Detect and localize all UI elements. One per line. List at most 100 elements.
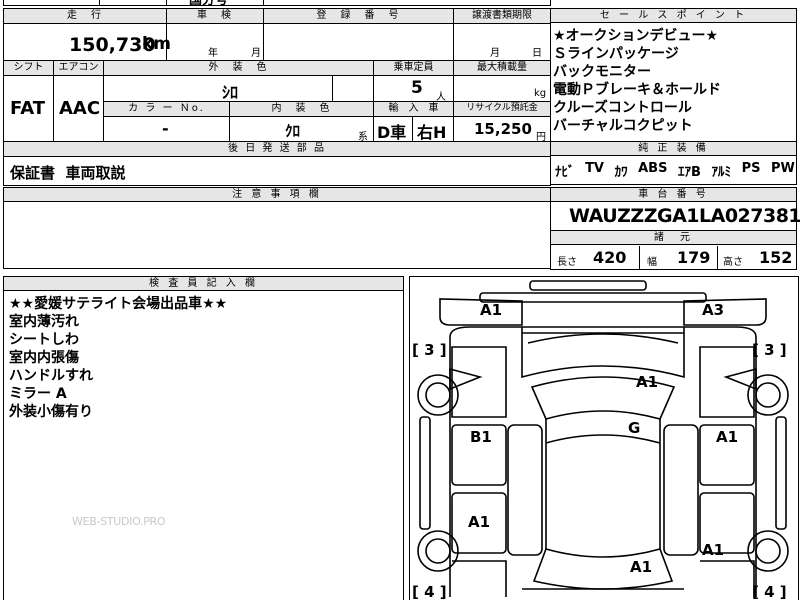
mark-front-right: A3	[702, 301, 725, 319]
inspector-line: ハンドルすれ	[9, 368, 93, 384]
transfer-day-unit: 日	[532, 48, 542, 59]
exterior-color-sep	[332, 76, 333, 102]
shift-cell: FAT	[4, 76, 54, 142]
vehicle-info-table: 走 行 車 検 登 録 番 号 譲渡書類期限 150,730 km 年 月 月 …	[3, 8, 551, 186]
sales-points-label: セ ー ル ス ポ イ ン ト	[551, 9, 796, 23]
aircon-cell: AAC	[54, 76, 104, 142]
later-parts-label: 後 日 発 送 部 品	[4, 142, 550, 157]
shift-label: シフト	[4, 61, 54, 76]
color-no-value: -	[162, 119, 169, 138]
specs-width-label: 幅	[647, 257, 657, 268]
tyre-top-right: [ 3 ]	[752, 341, 787, 359]
import-label: 輸 入 車	[374, 102, 454, 117]
inspection-cell: 年 月	[167, 24, 264, 61]
specs-label: 諸 元	[551, 231, 796, 245]
mark-roof: G	[628, 419, 641, 437]
mark-left-rear-door: A1	[468, 513, 491, 531]
equipment-item: TV	[585, 161, 604, 176]
later-parts-cell: 保証書 車両取説	[4, 157, 550, 185]
tyre-bottom-right: [ 4 ]	[752, 583, 787, 600]
interior-color-value: ｸﾛ	[285, 122, 301, 140]
max-load-label: 最大積載量	[454, 61, 550, 76]
capacity-value: 5	[411, 78, 423, 98]
inspector-line: シートしわ	[9, 332, 79, 348]
mark-right-rear-door: A1	[702, 541, 725, 559]
chassis-box: 車 台 番 号 WAUZZZGA1LA027381	[550, 187, 800, 231]
capacity-label: 乗車定員	[374, 61, 454, 76]
inspector-line: ミラー A	[9, 386, 67, 402]
mark-front-left: A1	[480, 301, 503, 319]
inspector-line: ★★愛媛サテライト会場出品車★★	[9, 296, 228, 312]
specs-sep-2	[717, 246, 718, 270]
specs-length: 420	[593, 248, 627, 267]
color-no-cell: -	[104, 117, 230, 142]
equipment-item: ABS	[638, 161, 668, 176]
top-strip-sep-2	[166, 0, 167, 6]
aircon-value: AAC	[59, 98, 101, 119]
inspector-line: 室内内張傷	[9, 350, 79, 366]
top-strip-sep-3	[263, 0, 264, 6]
specs-height-label: 高さ	[723, 257, 743, 268]
equipment-list: ﾅﾋﾞ TV ｶﾜ ABS ｴｱB ｱﾙﾐ PS PW	[555, 161, 795, 180]
equipment-item: ﾅﾋﾞ	[555, 165, 575, 180]
import-cell: D車 右H	[374, 117, 454, 142]
equipment-item: ｶﾜ	[614, 165, 628, 180]
transfer-cell: 月 日	[454, 24, 550, 61]
interior-color-suffix: 系	[358, 132, 368, 143]
tyre-bottom-left: [ 4 ]	[412, 583, 447, 600]
tyre-bottom-left-value: 4	[424, 583, 435, 600]
inspection-month-unit: 月	[251, 48, 261, 59]
specs-sep-1	[639, 246, 640, 270]
equipment-item: PW	[771, 161, 795, 176]
capacity-cell: 5 人	[374, 76, 454, 103]
color-no-label: カ ラ ー Ｎo.	[104, 102, 230, 117]
top-strip-text: 国分号	[189, 0, 229, 8]
sales-point: 電動Ｐブレーキ＆ホールド	[553, 82, 721, 98]
equipment-item: ｱﾙﾐ	[711, 165, 732, 180]
registration-cell	[264, 24, 454, 61]
sales-point: Ｓラインパッケージ	[553, 46, 679, 62]
interior-color-cell: ｸﾛ 系	[230, 117, 374, 143]
exterior-color-label: 外 装 色	[104, 61, 374, 76]
specs-width: 179	[677, 248, 711, 267]
import-handle: 右H	[417, 123, 447, 142]
equipment-box: 純 正 装 備 ﾅﾋﾞ TV ｶﾜ ABS ｴｱB ｱﾙﾐ PS PW	[550, 141, 797, 185]
watermark: WEB-STUDIO.PRO	[72, 515, 166, 528]
inspector-lines: ★★愛媛サテライト会場出品車★★ 室内薄汚れ シートしわ 室内内張傷 ハンドルす…	[9, 295, 227, 421]
max-load-unit: kg	[534, 88, 547, 99]
inspector-label: 検 査 員 記 入 欄	[4, 277, 403, 291]
interior-color-label: 内 装 色	[230, 102, 374, 117]
car-diagram	[417, 280, 789, 597]
exterior-color-cell: ｼﾛ	[104, 76, 374, 102]
chassis-value: WAUZZZGA1LA027381	[569, 205, 800, 227]
capacity-unit: 人	[436, 92, 446, 103]
import-sep	[412, 117, 413, 142]
top-strip: 国分号	[3, 0, 551, 8]
notes-label: 注 意 事 項 欄	[4, 188, 550, 202]
recycle-label: リサイクル預託金	[454, 102, 550, 117]
tyre-bottom-right-value: 4	[764, 583, 775, 600]
registration-label: 登 録 番 号	[264, 9, 454, 24]
top-strip-sep-1	[99, 0, 100, 6]
max-load-cell: kg	[454, 76, 550, 102]
inspector-box: 検 査 員 記 入 欄 ★★愛媛サテライト会場出品車★★ 室内薄汚れ シートしわ…	[3, 276, 404, 600]
mileage-cell: 150,730 km	[4, 24, 171, 61]
car-diagram-box: A1 A3 A1 G B1 A1 A1 A1 A1 [ 3 ] [ 3 ] [ …	[409, 276, 799, 600]
sales-points-list: ★オークションデビュー★ Ｓラインパッケージ バックモニター 電動Ｐブレーキ＆ホ…	[553, 27, 721, 135]
specs-box: 諸 元 長さ 420 幅 179 高さ 152	[550, 230, 797, 270]
mark-trunk: A1	[630, 558, 653, 576]
aircon-label: エアコン	[54, 61, 104, 76]
specs-height: 152	[759, 248, 793, 267]
sales-point: クルーズコントロール	[553, 100, 692, 116]
inspection-label: 車 検	[167, 9, 264, 24]
shift-value: FAT	[10, 98, 46, 119]
sales-point: バックモニター	[553, 64, 651, 80]
transfer-label: 譲渡書類期限	[454, 9, 550, 24]
notes-box: 注 意 事 項 欄	[3, 187, 551, 269]
import-value: D車	[377, 123, 407, 142]
mark-bonnet: A1	[636, 373, 659, 391]
recycle-value: 15,250	[474, 120, 532, 138]
chassis-label: 車 台 番 号	[551, 188, 796, 202]
equipment-item: ｴｱB	[678, 165, 701, 180]
equipment-label: 純 正 装 備	[551, 142, 796, 156]
